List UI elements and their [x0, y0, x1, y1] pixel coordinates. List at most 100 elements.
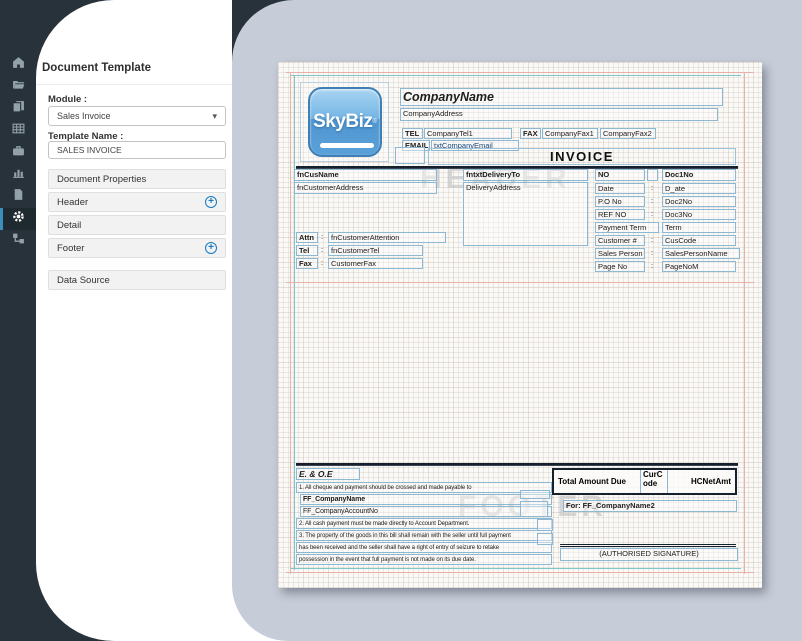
section-guide [291, 568, 741, 569]
info-label[interactable]: Page No [595, 261, 645, 272]
colon: : [321, 245, 323, 254]
module-select[interactable]: Sales Invoice ▾ [48, 106, 226, 126]
tel-label-field[interactable]: Tel [296, 245, 318, 256]
colon: : [651, 261, 653, 270]
page-title: Document Template [42, 62, 151, 74]
customer-fax-field[interactable]: CustomerFax [328, 258, 423, 269]
margin-guide [286, 572, 754, 573]
add-icon[interactable]: + [205, 196, 217, 208]
info-label[interactable]: P.O No [595, 196, 645, 207]
total-amount-box[interactable]: Total Amount Due CurCode HCNetAmt [552, 468, 737, 495]
info-label[interactable]: Customer # [595, 235, 645, 246]
fax-label-field[interactable]: Fax [296, 258, 318, 269]
currency-field[interactable]: CurCode [640, 470, 668, 493]
empty-field[interactable] [537, 519, 553, 531]
margin-guide [286, 72, 754, 73]
sidebar-item-pages[interactable] [0, 186, 36, 208]
margin-guide [290, 72, 291, 574]
logo-text: SkyBiz [313, 111, 372, 133]
attn-label-field[interactable]: Attn [296, 232, 318, 243]
footer-section-button[interactable]: Footer + [48, 238, 226, 258]
info-value[interactable]: Doc3No [662, 209, 736, 220]
customer-attn-field[interactable]: fnCustomerAttention [328, 232, 446, 243]
empty-field[interactable] [520, 490, 550, 499]
footer-separator-line [296, 463, 738, 466]
info-value[interactable]: PageNoM [662, 261, 736, 272]
detail-section-button[interactable]: Detail [48, 215, 226, 235]
colon: : [651, 196, 653, 205]
terms-line[interactable]: 3. The property of the goods in this bil… [296, 530, 552, 541]
colon: : [651, 209, 653, 218]
customer-address-field[interactable]: fnCustomerAddress [294, 182, 437, 194]
delivery-header-field[interactable]: fntxtDeliveryTo [463, 169, 588, 181]
company-name-field[interactable]: CompanyName [400, 88, 723, 106]
icon-sidebar [0, 54, 36, 252]
template-name-input[interactable]: SALES INVOICE [48, 141, 226, 159]
sidebar-item-documents[interactable] [0, 98, 36, 120]
sidebar-item-business[interactable] [0, 142, 36, 164]
empty-field[interactable] [647, 169, 658, 181]
gears-icon [12, 210, 25, 228]
authorised-signature-field[interactable]: (AUTHORISED SIGNATURE) [560, 548, 738, 561]
for-company-field[interactable]: For: FF_CompanyName2 [563, 500, 737, 512]
designer-canvas: HEADER FOOTER SkyBiz® CompanyName Compan… [232, 0, 802, 641]
data-source-button[interactable]: Data Source [48, 270, 226, 290]
module-label: Module : [48, 94, 87, 105]
terms-line[interactable]: has been received and the seller shall h… [296, 542, 552, 553]
empty-field[interactable] [395, 147, 425, 164]
company-tel-field[interactable]: CompanyTel1 [424, 128, 512, 139]
empty-field[interactable] [537, 533, 553, 545]
document-template-panel: Document Template Module : Sales Invoice… [36, 0, 232, 641]
button-label: Footer [57, 243, 84, 254]
chevron-down-icon: ▾ [212, 111, 217, 122]
workflow-icon [12, 232, 25, 250]
terms-line[interactable]: FF_CompanyAccountNo [300, 506, 552, 517]
document-properties-button[interactable]: Document Properties [48, 169, 226, 189]
terms-line[interactable]: FF_CompanyName [300, 494, 552, 505]
company-fax2-field[interactable]: CompanyFax2 [600, 128, 656, 139]
info-value[interactable]: D_ate [662, 183, 736, 194]
info-col1-header[interactable]: NO [595, 169, 645, 181]
info-value[interactable]: Term [662, 222, 736, 233]
band-guide [286, 282, 754, 283]
customer-tel-field[interactable]: fnCustomerTel [328, 245, 423, 256]
currency-top: CurC [643, 470, 663, 479]
delivery-address-field[interactable]: DeliveryAddress [463, 182, 588, 246]
button-label: Header [57, 197, 88, 208]
info-value[interactable]: CusCode [662, 235, 736, 246]
terms-line[interactable]: 2. All cash payment must be made directl… [296, 518, 552, 529]
eoe-field[interactable]: E. & O.E [296, 468, 360, 480]
customer-name-field[interactable]: fnCusName [294, 169, 437, 181]
sidebar-item-tables[interactable] [0, 120, 36, 142]
info-label[interactable]: Payment Term [595, 222, 659, 233]
sidebar-item-settings[interactable] [0, 208, 36, 230]
info-label[interactable]: Date [595, 183, 645, 194]
invoice-title-field[interactable]: INVOICE [428, 148, 736, 165]
info-label[interactable]: REF NO [595, 209, 645, 220]
fax-label-field[interactable]: FAX : [520, 128, 541, 139]
logo-selection-box[interactable]: SkyBiz® [300, 82, 389, 162]
skybiz-logo[interactable]: SkyBiz® [308, 87, 382, 157]
info-value[interactable]: Doc2No [662, 196, 736, 207]
signature-line [560, 544, 736, 547]
company-fax1-field[interactable]: CompanyFax1 [542, 128, 598, 139]
info-col2-header[interactable]: Doc1No [662, 169, 736, 181]
company-address-field[interactable]: CompanyAddress [400, 108, 718, 121]
divider [36, 84, 232, 85]
net-amount-field: HCNetAmt [668, 470, 735, 493]
info-value[interactable]: SalesPersonName [662, 248, 740, 259]
header-section-button[interactable]: Header + [48, 192, 226, 212]
tel-label-field[interactable]: TEL : [402, 128, 423, 139]
logo-underline-bar [320, 143, 374, 148]
sidebar-item-files[interactable] [0, 76, 36, 98]
template-name-value: SALES INVOICE [57, 145, 122, 155]
colon: : [651, 235, 653, 244]
sidebar-item-reports[interactable] [0, 164, 36, 186]
terms-line[interactable]: possession in the event that full paymen… [296, 554, 552, 565]
add-icon[interactable]: + [205, 242, 217, 254]
info-label[interactable]: Sales Person [595, 248, 645, 259]
terms-line[interactable]: 1. All cheque and payment should be cros… [296, 482, 552, 493]
sidebar-item-home[interactable] [0, 54, 36, 76]
sidebar-item-workflow[interactable] [0, 230, 36, 252]
empty-field[interactable] [520, 501, 548, 517]
